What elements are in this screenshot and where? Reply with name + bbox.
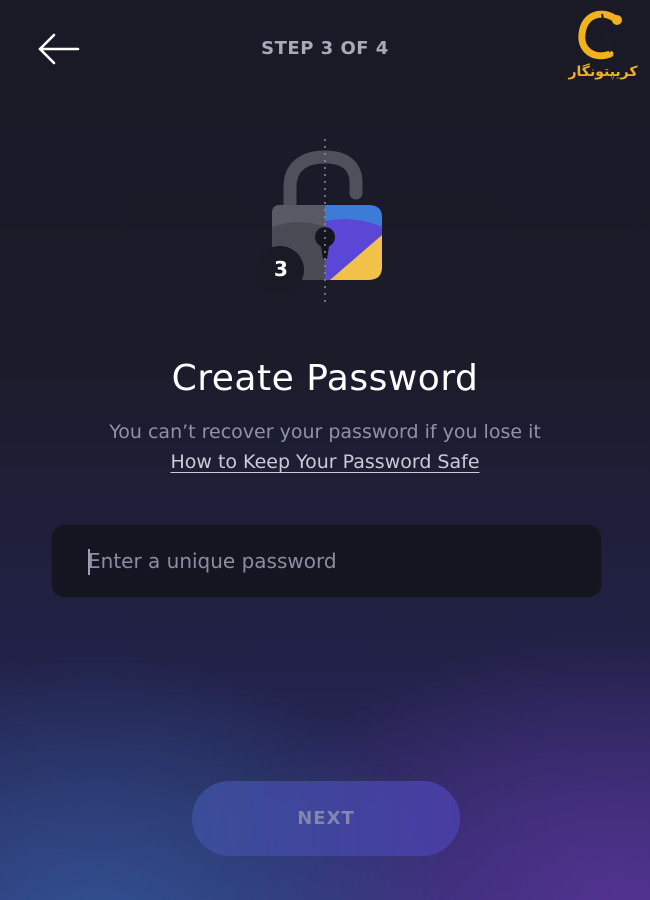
padlock-icon [256,139,382,307]
subtitle-text: You can’t recover your password if you l… [109,421,541,443]
create-password-screen: STEP 3 OF 4 کریپتونگار 3 Create Password… [0,0,650,900]
step-indicator: STEP 3 OF 4 [261,38,389,59]
text-cursor [88,549,90,575]
next-button[interactable]: NEXT [192,781,460,856]
password-field-container[interactable] [51,524,602,598]
lock-illustration: 3 [250,135,400,310]
password-safety-link[interactable]: How to Keep Your Password Safe [0,451,650,473]
watermark-text: کریپتونگار [568,64,638,80]
crypto-c-logo-icon [578,10,622,60]
watermark-logo: کریپتونگار [562,6,644,86]
step-number-badge: 3 [274,257,288,281]
password-input[interactable] [88,549,601,573]
page-title: Create Password [171,358,479,399]
